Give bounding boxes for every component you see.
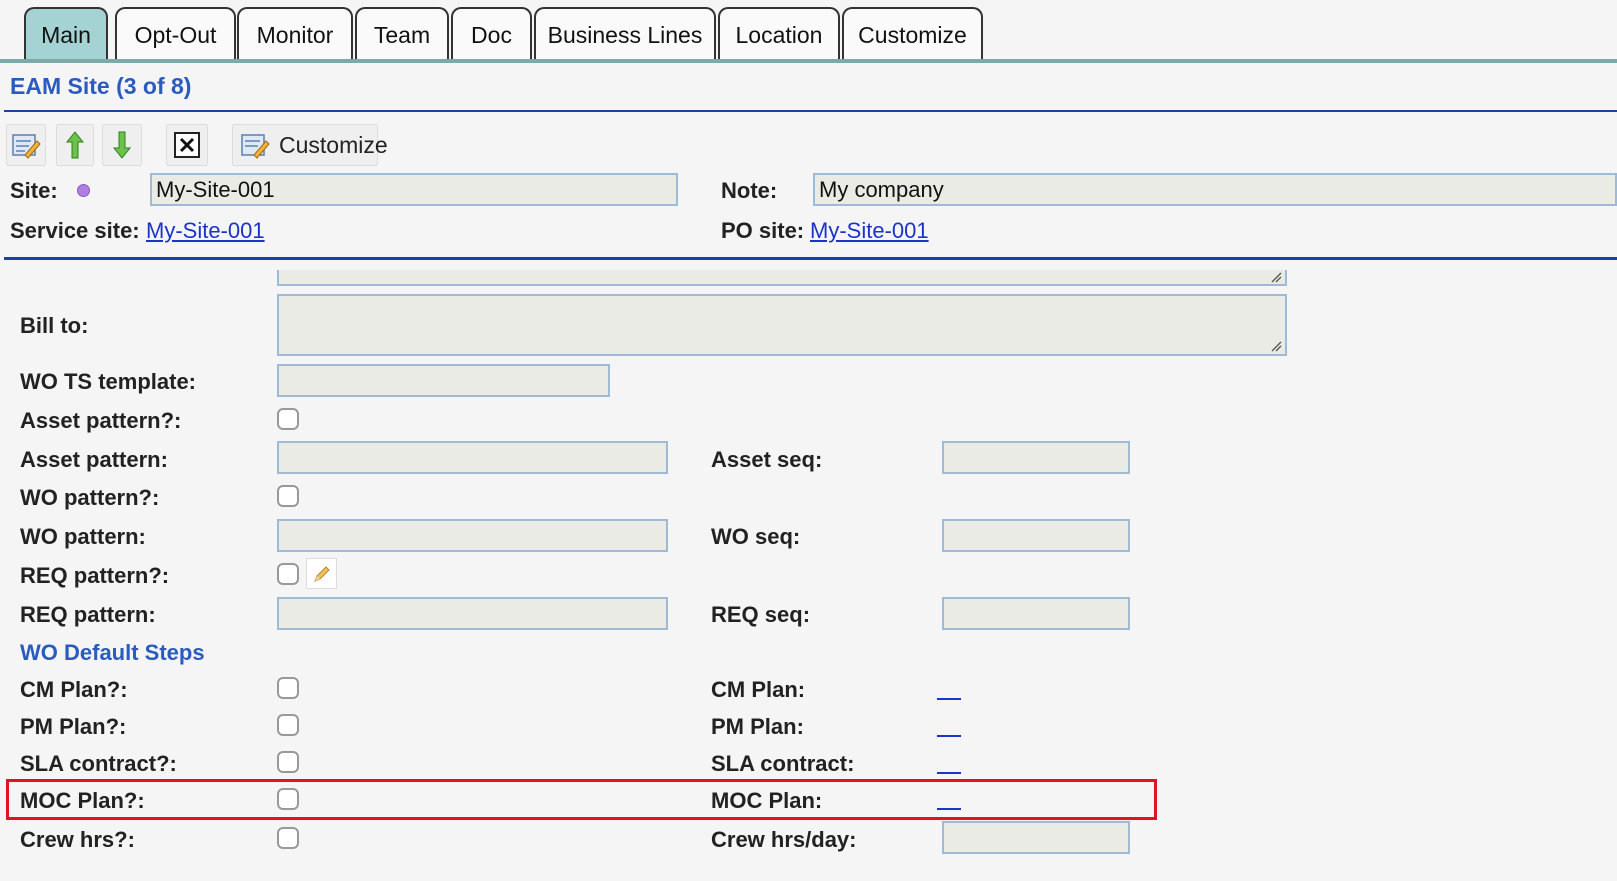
crew-hrs-q-label: Crew hrs?:	[20, 827, 135, 852]
pm-plan-label: PM Plan:	[711, 714, 804, 739]
wo-pattern-checkbox[interactable]	[277, 485, 299, 507]
po-site-link[interactable]: My-Site-001	[810, 218, 929, 244]
req-seq-label: REQ seq:	[711, 602, 811, 627]
moc-plan-q-label: MOC Plan?:	[20, 788, 145, 813]
bill-to-label: Bill to:	[20, 313, 89, 338]
tab-business-lines[interactable]: Business Lines	[534, 7, 716, 59]
crew-hrs-day-label: Crew hrs/day:	[711, 827, 857, 852]
sla-contract-q-label: SLA contract?:	[20, 751, 177, 776]
section-wo-default-steps: WO Default Steps	[20, 640, 205, 665]
pm-plan-link[interactable]	[937, 735, 961, 737]
cm-plan-label: CM Plan:	[711, 677, 806, 702]
note-input[interactable]	[813, 173, 1617, 206]
wo-pattern-q-label: WO pattern?:	[20, 485, 160, 510]
moc-plan-checkbox[interactable]	[277, 788, 299, 810]
crew-hrs-day-input[interactable]	[942, 821, 1130, 854]
highlight-box	[6, 779, 1157, 820]
edit-button[interactable]	[6, 124, 46, 166]
tab-monitor[interactable]: Monitor	[237, 7, 353, 59]
moc-plan-label: MOC Plan:	[711, 788, 823, 813]
page-title: EAM Site (3 of 8)	[10, 73, 192, 99]
arrow-down-icon	[112, 131, 132, 159]
header-divider	[4, 257, 1617, 260]
cm-plan-q-label: CM Plan?:	[20, 677, 128, 702]
cm-plan-link[interactable]	[937, 698, 961, 700]
req-pattern-edit-button[interactable]	[306, 558, 337, 589]
resize-grip-icon[interactable]	[1270, 271, 1282, 283]
crew-hrs-checkbox[interactable]	[277, 827, 299, 849]
asset-pattern-checkbox[interactable]	[277, 408, 299, 430]
asset-pattern-label: Asset pattern:	[20, 447, 168, 472]
close-button[interactable]	[166, 124, 208, 166]
customize-label: Customize	[279, 132, 388, 158]
wo-ts-template-label: WO TS template:	[20, 369, 197, 394]
customize-icon	[241, 134, 270, 159]
pm-plan-q-label: PM Plan?:	[20, 714, 127, 739]
move-up-button[interactable]	[56, 124, 94, 166]
req-seq-input[interactable]	[942, 597, 1130, 630]
tab-main[interactable]: Main	[24, 7, 108, 59]
po-site-label: PO site:	[721, 218, 805, 243]
tab-doc[interactable]: Doc	[451, 7, 532, 59]
previous-textarea[interactable]	[277, 270, 1287, 286]
tab-team[interactable]: Team	[355, 7, 449, 59]
asset-seq-input[interactable]	[942, 441, 1130, 474]
pencil-icon	[314, 566, 330, 582]
customize-button[interactable]: Customize	[232, 124, 388, 166]
wo-seq-label: WO seq:	[711, 524, 801, 549]
resize-grip-icon[interactable]	[1270, 340, 1282, 352]
wo-ts-template-input[interactable]	[277, 364, 610, 397]
edit-record-icon	[12, 134, 41, 159]
moc-plan-link[interactable]	[937, 808, 961, 810]
wo-pattern-label: WO pattern:	[20, 524, 146, 549]
asset-pattern-input[interactable]	[277, 441, 668, 474]
req-pattern-checkbox[interactable]	[277, 563, 299, 585]
sla-contract-label: SLA contract:	[711, 751, 855, 776]
req-pattern-label: REQ pattern:	[20, 602, 156, 627]
tab-customize[interactable]: Customize	[842, 7, 983, 59]
arrow-up-icon	[65, 131, 85, 159]
asset-pattern-q-label: Asset pattern?:	[20, 408, 182, 433]
note-label: Note:	[721, 178, 778, 203]
move-down-button[interactable]	[102, 124, 142, 166]
wo-pattern-input[interactable]	[277, 519, 668, 552]
pm-plan-checkbox[interactable]	[277, 714, 299, 736]
tab-location[interactable]: Location	[718, 7, 840, 59]
asset-seq-label: Asset seq:	[711, 447, 823, 472]
title-divider	[4, 110, 1617, 112]
close-icon	[174, 132, 200, 158]
required-indicator-icon	[77, 184, 90, 197]
req-pattern-input[interactable]	[277, 597, 668, 630]
sla-contract-link[interactable]	[937, 772, 961, 774]
req-pattern-q-label: REQ pattern?:	[20, 563, 170, 588]
sla-contract-checkbox[interactable]	[277, 751, 299, 773]
bill-to-textarea[interactable]	[277, 294, 1287, 356]
service-site-link[interactable]: My-Site-001	[146, 218, 265, 244]
cm-plan-checkbox[interactable]	[277, 677, 299, 699]
wo-seq-input[interactable]	[942, 519, 1130, 552]
service-site-label: Service site:	[10, 218, 140, 243]
tab-opt-out[interactable]: Opt-Out	[115, 7, 236, 59]
site-label: Site:	[10, 178, 58, 203]
site-input[interactable]	[150, 173, 678, 206]
